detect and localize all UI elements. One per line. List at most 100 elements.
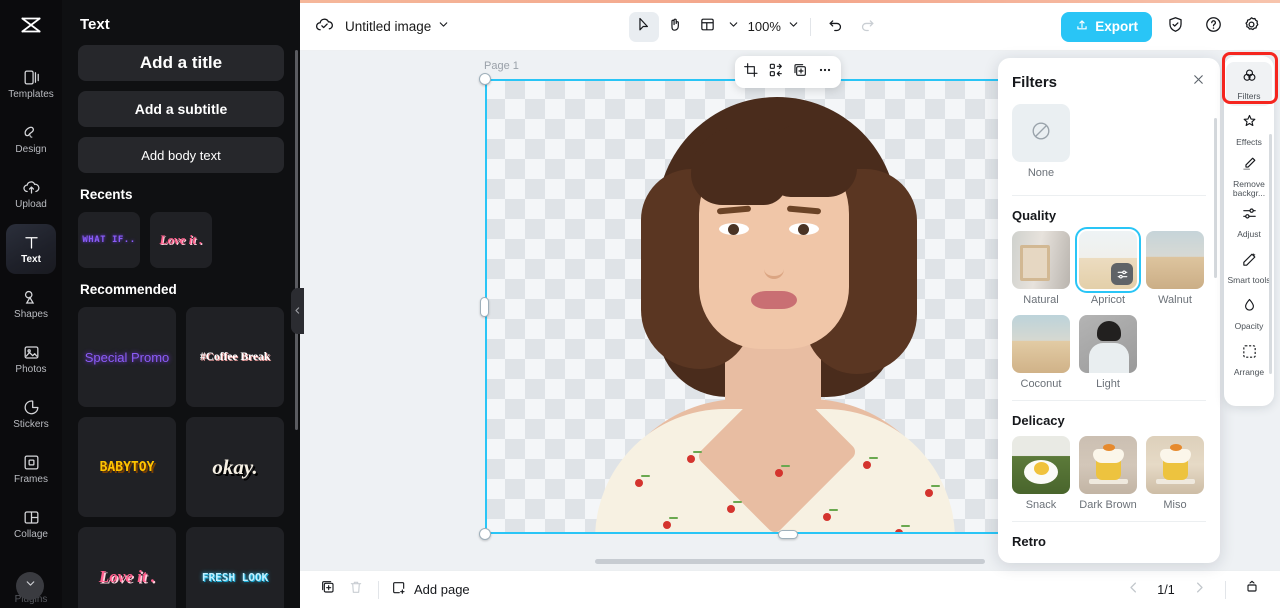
- resize-handle-left[interactable]: [480, 297, 489, 317]
- sidebar-item-label: Templates: [8, 90, 54, 100]
- tool-label: Smart tools: [1228, 276, 1271, 285]
- layout-tool-button[interactable]: [693, 12, 723, 42]
- sidebar-item-frames[interactable]: Frames: [6, 444, 56, 494]
- prev-page-button[interactable]: [1119, 576, 1147, 604]
- filter-item-miso[interactable]: Miso: [1146, 436, 1204, 511]
- text-panel: Text Add a title Add a subtitle Add body…: [62, 0, 300, 608]
- capcut-logo-icon[interactable]: [18, 12, 44, 43]
- resize-handle-top-left[interactable]: [479, 73, 491, 85]
- sidebar-item-templates[interactable]: Templates: [6, 59, 56, 109]
- filter-thumbnail: [1079, 436, 1137, 494]
- upload-icon: [22, 178, 41, 197]
- add-subtitle-button[interactable]: Add a subtitle: [78, 91, 284, 127]
- tool-filters[interactable]: Filters: [1226, 62, 1272, 106]
- duplicate-icon: [792, 62, 808, 83]
- sidebar-item-stickers[interactable]: Stickers: [6, 389, 56, 439]
- tool-remove-background[interactable]: Remove backgr...: [1226, 154, 1272, 198]
- close-icon[interactable]: [1191, 72, 1206, 92]
- help-button[interactable]: [1198, 12, 1228, 42]
- rail-expand-button[interactable]: [16, 572, 44, 600]
- filter-item-walnut[interactable]: Walnut: [1146, 231, 1204, 306]
- cloud-saved-icon[interactable]: [314, 14, 335, 40]
- tool-opacity[interactable]: Opacity: [1226, 292, 1272, 336]
- undo-button[interactable]: [821, 12, 851, 42]
- resize-handle-bottom-left[interactable]: [479, 528, 491, 540]
- replace-button[interactable]: [764, 60, 788, 84]
- tool-smart-tools[interactable]: Smart tools: [1226, 246, 1272, 290]
- add-title-button[interactable]: Add a title: [78, 45, 284, 81]
- add-page-button[interactable]: Add page: [391, 580, 470, 599]
- text-icon: [22, 233, 41, 252]
- toolrail-scrollbar[interactable]: [1269, 134, 1272, 374]
- document-title[interactable]: Untitled image: [345, 19, 431, 34]
- resize-handle-bottom[interactable]: [778, 530, 798, 539]
- sidebar-item-text[interactable]: Text: [6, 224, 56, 274]
- chevron-down-icon[interactable]: [437, 18, 450, 36]
- shield-check-button[interactable]: [1160, 12, 1190, 42]
- selected-image-object[interactable]: [565, 79, 985, 534]
- filter-item-dark-brown[interactable]: Dark Brown: [1079, 436, 1137, 511]
- template-label: #Coffee Break: [200, 351, 270, 363]
- sidebar-item-shapes[interactable]: Shapes: [6, 279, 56, 329]
- duplicate-button[interactable]: [788, 60, 812, 84]
- panel-collapse-button[interactable]: [291, 288, 304, 334]
- export-button[interactable]: Export: [1061, 12, 1152, 42]
- crop-icon: [743, 62, 759, 83]
- tool-label: Remove backgr...: [1226, 180, 1272, 198]
- sidebar-item-photos[interactable]: Photos: [6, 334, 56, 384]
- filter-grid-quality: Natural Apricot Walnu: [1012, 231, 1206, 390]
- tool-effects[interactable]: Effects: [1226, 108, 1272, 152]
- filter-label: Apricot: [1079, 294, 1137, 306]
- redo-icon: [859, 16, 876, 38]
- filter-item-natural[interactable]: Natural: [1012, 231, 1070, 306]
- recommended-template-card[interactable]: Special Promo: [78, 307, 176, 407]
- question-circle-icon: [1204, 15, 1223, 39]
- redo-button[interactable]: [853, 12, 883, 42]
- opacity-icon: [1241, 297, 1258, 319]
- recommended-template-card[interactable]: okay.: [186, 417, 284, 517]
- crop-button[interactable]: [739, 60, 763, 84]
- chevron-down-icon[interactable]: [787, 18, 800, 36]
- chevron-left-icon: [1126, 580, 1141, 600]
- zoom-level[interactable]: 100%: [748, 19, 781, 34]
- sidebar-item-collage[interactable]: Collage: [6, 499, 56, 549]
- recommended-template-card[interactable]: BABYTOY: [78, 417, 176, 517]
- settings-button[interactable]: [1236, 12, 1266, 42]
- recommended-template-card[interactable]: FRESH LOOK: [186, 527, 284, 608]
- more-button[interactable]: [813, 60, 837, 84]
- panel-scrollbar[interactable]: [295, 50, 298, 430]
- filter-item-snack[interactable]: Snack: [1012, 436, 1070, 511]
- chevron-down-icon[interactable]: [727, 18, 740, 36]
- add-body-text-button[interactable]: Add body text: [78, 137, 284, 173]
- recommended-template-card[interactable]: #Coffee Break: [186, 307, 284, 407]
- sliders-icon[interactable]: [1111, 263, 1133, 285]
- hand-tool-button[interactable]: [661, 12, 691, 42]
- filter-item-apricot[interactable]: Apricot: [1079, 231, 1137, 306]
- image-detail: [798, 224, 809, 235]
- recent-template-card[interactable]: WHAT IF..: [78, 212, 140, 268]
- next-page-button[interactable]: [1185, 576, 1213, 604]
- trash-icon: [348, 579, 364, 600]
- filter-none-button[interactable]: [1012, 104, 1070, 162]
- tool-arrange[interactable]: Arrange: [1226, 338, 1272, 382]
- sidebar-item-upload[interactable]: Upload: [6, 169, 56, 219]
- collage-icon: [22, 508, 41, 527]
- duplicate-page-button[interactable]: [314, 576, 342, 604]
- select-tool-button[interactable]: [629, 12, 659, 42]
- filter-none-label: None: [1012, 167, 1070, 179]
- filters-panel-scrollbar[interactable]: [1214, 118, 1217, 278]
- recommended-template-card[interactable]: Love it .: [78, 527, 176, 608]
- timeline-button[interactable]: [1238, 576, 1266, 604]
- filter-item-coconut[interactable]: Coconut: [1012, 315, 1070, 390]
- replace-icon: [768, 62, 784, 83]
- canvas-horizontal-scrollbar[interactable]: [595, 559, 985, 564]
- delete-page-button[interactable]: [342, 576, 370, 604]
- object-floating-toolbar: [735, 56, 841, 88]
- filter-thumbnail: [1146, 436, 1204, 494]
- tool-adjust[interactable]: Adjust: [1226, 200, 1272, 244]
- sidebar-item-label: Text: [21, 255, 41, 265]
- sidebar-item-design[interactable]: Design: [6, 114, 56, 164]
- filter-item-light[interactable]: Light: [1079, 315, 1137, 390]
- recent-template-card[interactable]: Love it .: [150, 212, 212, 268]
- filter-thumbnail: [1079, 315, 1137, 373]
